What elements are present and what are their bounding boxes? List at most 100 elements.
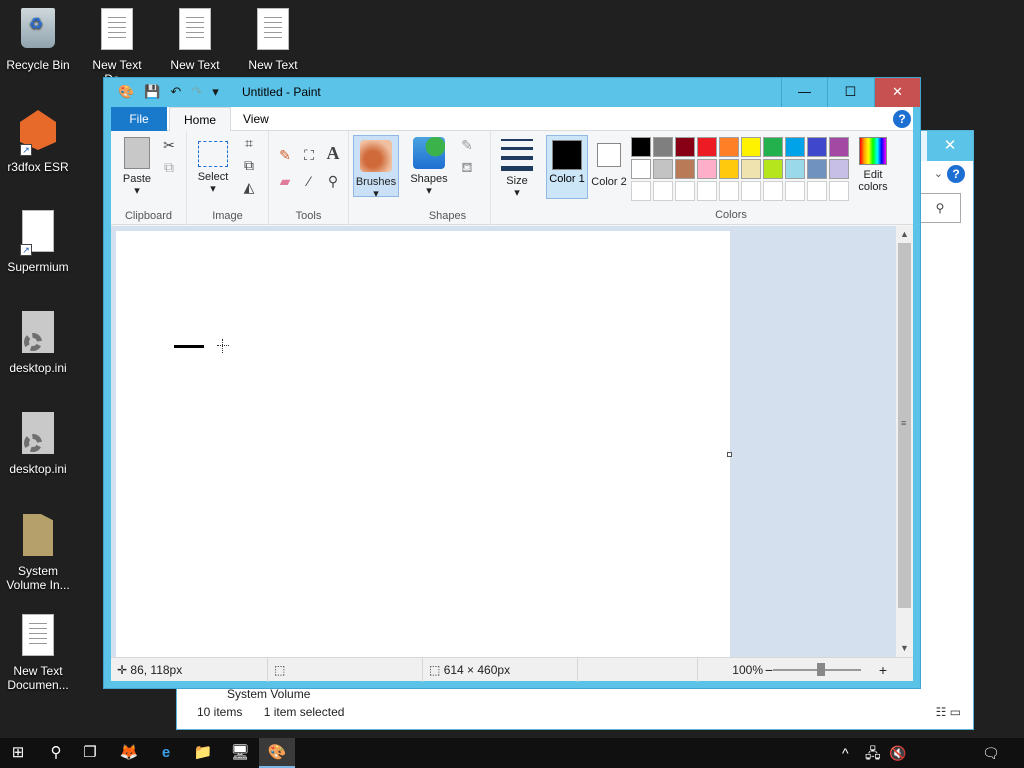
palette-swatch[interactable]: [763, 137, 783, 157]
tab-view[interactable]: View: [229, 107, 283, 131]
text-icon[interactable]: A: [325, 144, 341, 162]
edit-colors-button[interactable]: Edit colors: [851, 137, 895, 193]
explorer-close-button[interactable]: ✕: [927, 131, 973, 161]
scroll-up-icon[interactable]: ▲: [896, 226, 913, 243]
scroll-down-icon[interactable]: ▼: [896, 640, 913, 657]
crop-icon[interactable]: ⌗: [241, 135, 257, 151]
pencil-icon[interactable]: ✎: [277, 147, 293, 163]
palette-swatch[interactable]: [785, 181, 805, 201]
palette-swatch[interactable]: [807, 181, 827, 201]
cut-icon[interactable]: ✂: [161, 137, 177, 153]
palette-swatch[interactable]: [763, 159, 783, 179]
palette-swatch[interactable]: [653, 181, 673, 201]
palette-swatch[interactable]: [631, 159, 651, 179]
color-2-button[interactable]: Color 2: [589, 135, 629, 188]
palette-swatch[interactable]: [697, 159, 717, 179]
desktop-icon-system-volume[interactable]: System Volume In...: [0, 514, 76, 592]
desktop-icon-desktop-ini-2[interactable]: desktop.ini: [0, 412, 76, 476]
fill-icon[interactable]: ⛶: [301, 147, 317, 163]
zoom-in-button[interactable]: +: [879, 658, 887, 682]
paint-taskbar-icon[interactable]: 🎨: [259, 738, 295, 768]
palette-swatch[interactable]: [785, 159, 805, 179]
palette-swatch[interactable]: [653, 137, 673, 157]
volume-muted-icon[interactable]: 🔇: [889, 738, 906, 768]
vertical-scrollbar[interactable]: ▲ ≡ ▼: [896, 226, 913, 657]
copy-icon[interactable]: ⧉: [161, 159, 177, 175]
minimize-button[interactable]: —: [781, 78, 827, 107]
size-button[interactable]: Size ▾: [497, 139, 537, 199]
palette-swatch[interactable]: [829, 181, 849, 201]
outline-icon[interactable]: ✎: [459, 137, 475, 153]
close-button[interactable]: ✕: [874, 78, 920, 107]
undo-icon[interactable]: ↶: [170, 84, 181, 100]
palette-swatch[interactable]: [741, 159, 761, 179]
palette-swatch[interactable]: [785, 137, 805, 157]
palette-swatch[interactable]: [675, 137, 695, 157]
scroll-thumb[interactable]: ≡: [898, 243, 911, 608]
desktop-icon-r3dfox[interactable]: ↗ r3dfox ESR: [0, 110, 76, 174]
chevron-down-icon[interactable]: ⌄: [934, 167, 943, 180]
palette-swatch[interactable]: [763, 181, 783, 201]
maximize-button[interactable]: ☐: [827, 78, 873, 107]
drawing-canvas[interactable]: [116, 231, 730, 657]
rotate-icon[interactable]: ◭: [241, 179, 257, 195]
tab-file[interactable]: File: [111, 107, 167, 131]
palette-swatch[interactable]: [741, 137, 761, 157]
save-icon[interactable]: 💾: [144, 84, 160, 100]
palette-swatch[interactable]: [697, 181, 717, 201]
paint-window[interactable]: 🎨 💾 ↶ ↷ ▾ Untitled - Paint — ☐ ✕ File Ho…: [103, 77, 921, 689]
palette-swatch[interactable]: [675, 159, 695, 179]
palette-swatch[interactable]: [741, 181, 761, 201]
palette-swatch[interactable]: [653, 159, 673, 179]
notifications-icon[interactable]: 🗨: [982, 738, 1000, 768]
paste-button[interactable]: Paste ▾: [117, 137, 157, 197]
eraser-icon[interactable]: ▰: [277, 173, 293, 189]
search-icon[interactable]: ⚲: [919, 193, 961, 223]
palette-swatch[interactable]: [631, 137, 651, 157]
desktop-icon-recycle-bin[interactable]: Recycle Bin: [0, 8, 76, 72]
file-explorer-taskbar-icon[interactable]: 📁: [185, 738, 221, 768]
desktop-icon-new-text-2[interactable]: New Text: [157, 8, 233, 72]
desktop-icon-new-text-doc[interactable]: New Text Documen...: [0, 614, 76, 692]
desktop-icon-supermium[interactable]: ↗ Supermium: [0, 210, 76, 274]
view-mode-icons[interactable]: ☷ ▭: [936, 705, 961, 719]
palette-swatch[interactable]: [829, 137, 849, 157]
help-icon[interactable]: ?: [947, 165, 965, 183]
list-item[interactable]: System Volume: [227, 687, 310, 701]
zoom-out-button[interactable]: −: [765, 658, 773, 682]
r3dfox-taskbar-icon[interactable]: 🦊: [111, 738, 147, 768]
magnifier-icon[interactable]: ⚲: [325, 173, 341, 189]
redo-icon[interactable]: ↷: [191, 84, 202, 100]
palette-swatch[interactable]: [697, 137, 717, 157]
palette-swatch[interactable]: [807, 159, 827, 179]
palette-swatch[interactable]: [829, 159, 849, 179]
search-icon[interactable]: ⚲: [38, 738, 74, 768]
network-icon[interactable]: 🖧: [865, 738, 881, 768]
server-manager-taskbar-icon[interactable]: 🖥: [222, 738, 258, 768]
edge-taskbar-icon[interactable]: e: [148, 738, 184, 768]
shapes-button[interactable]: Shapes ▾: [407, 137, 451, 197]
canvas-resize-handle[interactable]: [727, 452, 732, 457]
color-picker-icon[interactable]: ⁄: [301, 173, 317, 189]
palette-swatch[interactable]: [675, 181, 695, 201]
select-button[interactable]: Select ▾: [193, 137, 233, 195]
start-button[interactable]: ⊞: [0, 738, 36, 768]
tray-chevron-icon[interactable]: ^: [842, 738, 849, 768]
customize-qa-icon[interactable]: ▾: [212, 84, 219, 100]
palette-swatch[interactable]: [719, 137, 739, 157]
fill-shape-icon[interactable]: ⛾: [459, 159, 475, 175]
paint-titlebar[interactable]: 🎨 💾 ↶ ↷ ▾ Untitled - Paint — ☐ ✕: [104, 78, 920, 107]
zoom-slider-thumb[interactable]: [817, 663, 825, 676]
desktop-icon-new-text-3[interactable]: New Text: [235, 8, 311, 72]
desktop-icon-new-text-1[interactable]: New Text Do...: [79, 8, 155, 86]
brushes-button[interactable]: Brushes ▾: [353, 135, 399, 200]
help-icon[interactable]: ?: [893, 110, 911, 128]
palette-swatch[interactable]: [631, 181, 651, 201]
palette-swatch[interactable]: [719, 181, 739, 201]
palette-swatch[interactable]: [807, 137, 827, 157]
desktop-icon-desktop-ini-1[interactable]: desktop.ini: [0, 311, 76, 375]
paint-app-icon[interactable]: 🎨: [118, 84, 134, 100]
resize-icon[interactable]: ⧉: [241, 157, 257, 173]
color-1-button[interactable]: Color 1: [546, 135, 588, 199]
task-view-icon[interactable]: ❐: [72, 738, 108, 768]
